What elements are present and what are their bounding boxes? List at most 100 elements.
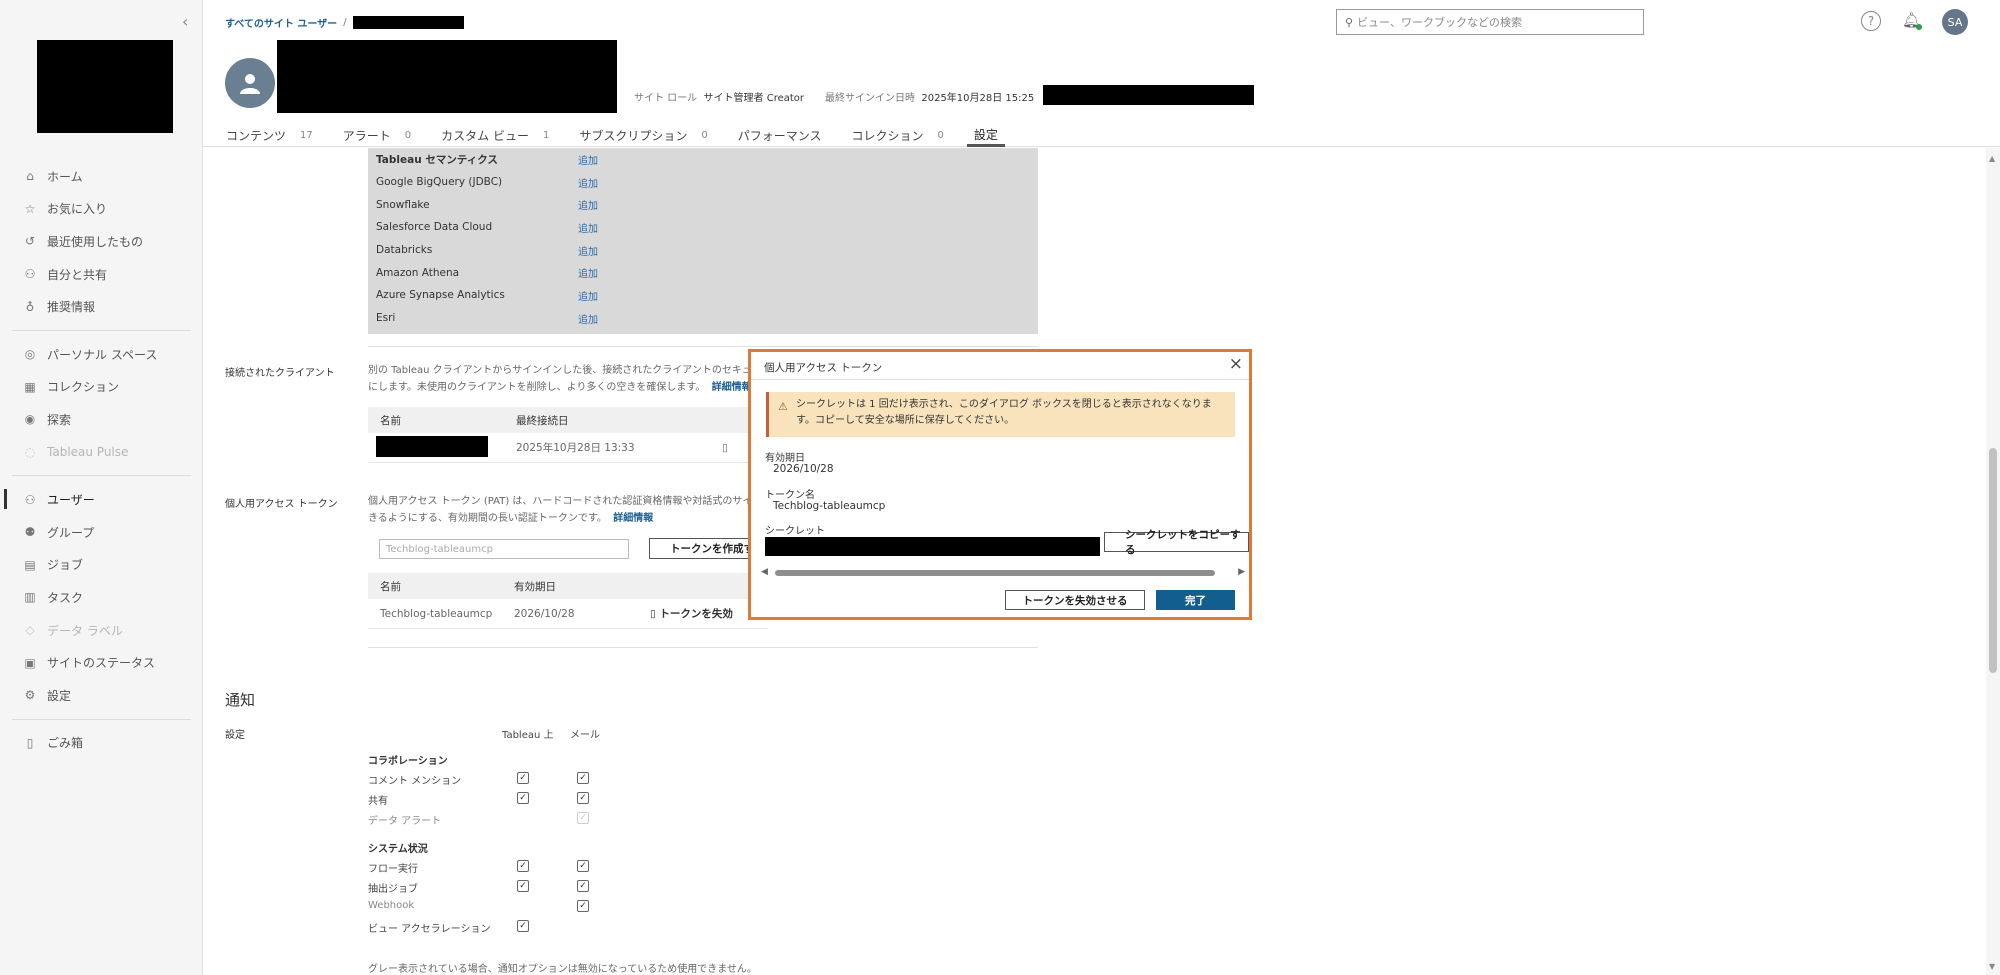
checkbox-on-site[interactable]: ✓ xyxy=(517,792,529,804)
sidebar-item-collections[interactable]: ▦ コレクション xyxy=(0,371,203,404)
scrollbar-thumb[interactable] xyxy=(775,570,1215,576)
checkbox-on-site[interactable]: ✓ xyxy=(517,880,529,892)
sidebar-item-favorites[interactable]: ☆ お気に入り xyxy=(0,193,203,226)
page-scrollbar[interactable]: ▲ ▼ xyxy=(1986,148,2000,975)
notif-row-label: データ アラート xyxy=(368,816,442,827)
tab-content[interactable]: コンテンツ 17 xyxy=(219,124,320,147)
column-header-mail: メール xyxy=(570,730,600,741)
connector-name: Amazon Athena xyxy=(376,266,460,279)
sidebar-item-site-status[interactable]: ▣ サイトのステータス xyxy=(0,646,203,679)
breadcrumb-root-link[interactable]: すべてのサイト ユーザー xyxy=(225,15,337,30)
sidebar-item-home[interactable]: ⌂ ホーム xyxy=(0,160,203,193)
account-avatar[interactable]: SA xyxy=(1942,9,1968,35)
collapse-sidebar-icon[interactable]: ‹ xyxy=(182,12,188,31)
table-row: Esri 追加 xyxy=(368,307,1038,330)
column-header-name: 名前 xyxy=(380,580,401,593)
star-icon: ☆ xyxy=(24,201,36,216)
tab-label: コンテンツ xyxy=(226,129,287,143)
checkbox-mail[interactable]: ✓ xyxy=(577,860,589,872)
sidebar-item-label: タスク xyxy=(47,590,84,605)
checkbox-mail[interactable]: ✓ xyxy=(577,792,589,804)
revoke-token-link[interactable]: ▯ トークンを失効 xyxy=(650,606,733,621)
connector-add-link[interactable]: 追加 xyxy=(578,311,598,326)
scroll-right-icon[interactable]: ▶ xyxy=(1238,567,1245,577)
connector-table: Tableau セマンティクス 追加 Google BigQuery (JDBC)… xyxy=(368,148,1038,334)
notifications-title: 通知 xyxy=(225,691,256,709)
connector-add-link[interactable]: 追加 xyxy=(578,243,598,258)
revoke-token-button[interactable]: トークンを失効させる xyxy=(1005,590,1145,610)
connector-add-link[interactable]: 追加 xyxy=(578,288,598,303)
sidebar-item-label: 最近使用したもの xyxy=(47,234,144,249)
tab-performance[interactable]: パフォーマンス xyxy=(731,124,829,147)
pulse-icon: ◌ xyxy=(24,445,36,460)
close-icon[interactable]: × xyxy=(1229,354,1243,374)
dialog-divider xyxy=(751,379,1249,380)
tab-collections[interactable]: コレクション 0 xyxy=(845,124,951,147)
checkbox-mail[interactable]: ✓ xyxy=(577,880,589,892)
sidebar-item-recents[interactable]: ↺ 最近使用したもの xyxy=(0,225,203,258)
connector-add-link[interactable]: 追加 xyxy=(578,265,598,280)
connector-add-link[interactable]: 追加 xyxy=(578,197,598,212)
expiry-value: 2026/10/28 xyxy=(773,463,834,475)
notifications-settings-label: 設定 xyxy=(225,730,245,741)
checkbox-mail[interactable]: ✓ xyxy=(577,772,589,784)
more-info-link[interactable]: 詳細情報 xyxy=(712,382,752,393)
nav-divider xyxy=(12,329,191,331)
explore-icon: ◉ xyxy=(24,412,36,427)
sidebar-item-explore[interactable]: ◉ 探索 xyxy=(0,403,203,436)
section-divider xyxy=(368,647,1038,648)
client-name-redacted xyxy=(376,435,488,457)
checkbox-on-site[interactable]: ✓ xyxy=(517,772,529,784)
sidebar-item-recommendations[interactable]: ♁ 推奨情報 xyxy=(0,290,203,323)
tab-count: 0 xyxy=(701,130,708,141)
checkbox-mail[interactable]: ✓ xyxy=(577,900,589,912)
sidebar-item-settings[interactable]: ⚙ 設定 xyxy=(0,679,203,712)
token-name-input[interactable]: Techblog-tableaumcp xyxy=(379,539,629,559)
bulb-icon: ♁ xyxy=(25,299,35,314)
done-button[interactable]: 完了 xyxy=(1156,590,1235,610)
create-token-button[interactable]: トークンを作成す xyxy=(649,538,759,559)
scroll-left-icon[interactable]: ◀ xyxy=(761,567,768,577)
tab-count: 0 xyxy=(937,130,944,141)
sidebar-item-pulse[interactable]: ◌ Tableau Pulse xyxy=(0,436,203,469)
sidebar-item-trash[interactable]: ▯ ごみ箱 xyxy=(0,727,203,760)
trash-icon[interactable]: ▯ xyxy=(722,442,728,454)
user-tabs: コンテンツ 17 アラート 0 カスタム ビュー 1 サブスクリプション 0 パフォーマ… xyxy=(219,124,1021,147)
tab-custom-views[interactable]: カスタム ビュー 1 xyxy=(434,124,556,147)
checkbox-on-site[interactable]: ✓ xyxy=(517,920,529,932)
help-icon[interactable]: ? xyxy=(1861,11,1881,31)
scroll-up-icon[interactable]: ▲ xyxy=(1989,154,1995,163)
breadcrumb: すべてのサイト ユーザー / xyxy=(225,15,464,30)
sidebar-item-shared[interactable]: ⚇ 自分と共有 xyxy=(0,258,203,291)
notification-dot xyxy=(1916,24,1922,30)
table-row: Snowflake 追加 xyxy=(368,193,1038,216)
sidebar-item-data-labels[interactable]: ◇ データ ラベル xyxy=(0,614,203,647)
group-system-status: システム状況 xyxy=(368,844,428,855)
token-expiry-cell: 2026/10/28 xyxy=(514,607,575,620)
description-line: 個人用アクセス トークン (PAT) は、ハードコードされた認証資格情報や対話式… xyxy=(368,496,753,507)
user-name-redacted xyxy=(277,40,617,113)
connector-add-link[interactable]: 追加 xyxy=(578,220,598,235)
more-info-link[interactable]: 詳細情報 xyxy=(613,513,653,524)
tab-settings[interactable]: 設定 xyxy=(966,124,1005,147)
revoke-label: トークンを失効 xyxy=(659,608,733,620)
table-row: Azure Synapse Analytics 追加 xyxy=(368,284,1038,307)
search-input[interactable]: ⚲ ビュー、ワークブックなどの検索 xyxy=(1336,9,1644,35)
sidebar-item-jobs[interactable]: ▤ ジョブ xyxy=(0,549,203,582)
tab-subscriptions[interactable]: サブスクリプション 0 xyxy=(572,124,714,147)
sidebar-item-users[interactable]: ⚇ ユーザー xyxy=(0,483,203,516)
scrollbar-thumb[interactable] xyxy=(1989,448,1997,673)
copy-secret-button[interactable]: シークレットをコピーする xyxy=(1104,529,1249,556)
column-header-name: 名前 xyxy=(380,414,401,427)
sidebar-item-tasks[interactable]: ▥ タスク xyxy=(0,581,203,614)
secret-scrollbar[interactable]: ◀ ▶ xyxy=(761,567,1245,579)
checkbox-on-site[interactable]: ✓ xyxy=(517,860,529,872)
connector-add-link[interactable]: 追加 xyxy=(578,175,598,190)
scroll-down-icon[interactable]: ▼ xyxy=(1989,962,1995,971)
connector-add-link[interactable]: 追加 xyxy=(578,152,598,167)
sidebar-item-personal-space[interactable]: ◎ パーソナル スペース xyxy=(0,338,203,371)
groups-icon: ⚉ xyxy=(24,525,36,540)
tab-alerts[interactable]: アラート 0 xyxy=(336,124,418,147)
sidebar-item-label: グループ xyxy=(47,525,95,540)
sidebar-item-groups[interactable]: ⚉ グループ xyxy=(0,516,203,549)
